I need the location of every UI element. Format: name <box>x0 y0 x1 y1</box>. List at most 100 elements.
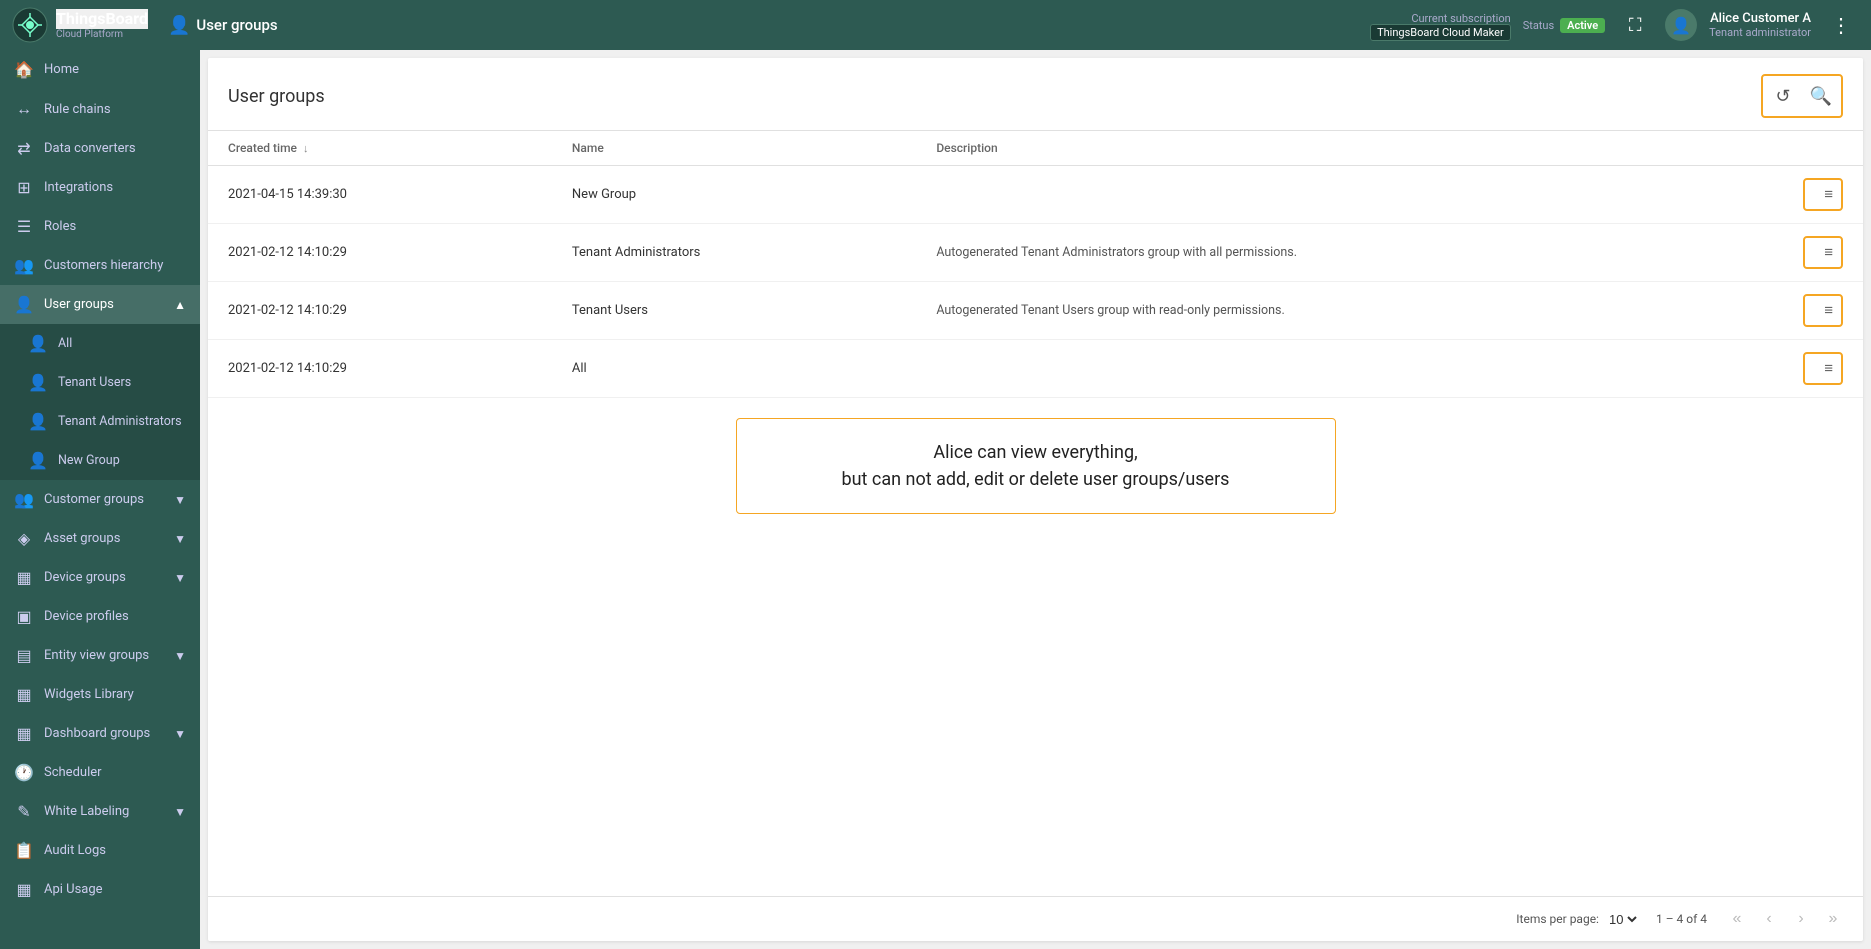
items-per-page-select[interactable]: 10 25 50 <box>1605 911 1640 928</box>
sidebar-item-tenant-administrators[interactable]: 👤 Tenant Administrators <box>0 402 200 441</box>
status-label: Status <box>1523 19 1554 32</box>
cell-created-time: 2021-04-15 14:39:30 <box>208 166 552 224</box>
sidebar-item-widgets-library-label: Widgets Library <box>44 687 134 702</box>
table-row: 2021-04-15 14:39:30 New Group ≡ <box>208 166 1863 224</box>
logo-name: ThingsBoard <box>56 9 148 28</box>
row-detail-button[interactable]: ≡ <box>1820 356 1837 381</box>
cell-actions: ≡ <box>1783 282 1863 340</box>
sidebar: 🏠 Home ↔ Rule chains ⇄ Data converters ⊞… <box>0 50 200 949</box>
subscription-badge: ThingsBoard Cloud Maker <box>1370 24 1511 41</box>
sidebar-item-customers-hierarchy[interactable]: 👥 Customers hierarchy <box>0 246 200 285</box>
sidebar-item-new-group[interactable]: 👤 New Group <box>0 441 200 480</box>
search-button[interactable]: 🔍 <box>1803 78 1839 114</box>
sidebar-item-device-groups-label: Device groups <box>44 570 126 585</box>
sidebar-item-roles[interactable]: ☰ Roles <box>0 207 200 246</box>
cell-description <box>916 340 1783 398</box>
row-detail-button[interactable]: ≡ <box>1820 182 1837 207</box>
content-area: User groups ↺ 🔍 Created time ↓ Name <box>208 58 1863 941</box>
subscription-label: Current subscription <box>1370 12 1511 25</box>
new-group-icon: 👤 <box>28 451 48 470</box>
integrations-icon: ⊞ <box>14 178 34 197</box>
cell-name: New Group <box>552 166 916 224</box>
refresh-button[interactable]: ↺ <box>1765 78 1801 114</box>
white-labeling-icon: ✎ <box>14 802 34 821</box>
content-title: User groups <box>228 86 325 107</box>
user-groups-submenu: 👤 All 👤 Tenant Users 👤 Tenant Administra… <box>0 324 200 480</box>
pagination-controls: « ‹ › » <box>1723 905 1847 933</box>
row-detail-button[interactable]: ≡ <box>1820 240 1837 265</box>
cell-created-time: 2021-02-12 14:10:29 <box>208 340 552 398</box>
sidebar-item-dashboard-groups[interactable]: ▦ Dashboard groups ▼ <box>0 714 200 753</box>
page-title: 👤 User groups <box>168 15 1370 36</box>
prev-page-button[interactable]: ‹ <box>1755 905 1783 933</box>
sidebar-item-data-converters-label: Data converters <box>44 141 136 156</box>
cell-created-time: 2021-02-12 14:10:29 <box>208 224 552 282</box>
device-groups-chevron: ▼ <box>174 571 186 585</box>
entity-view-groups-icon: ▤ <box>14 646 34 665</box>
entity-view-groups-chevron: ▼ <box>174 649 186 663</box>
sidebar-item-customer-groups[interactable]: 👥 Customer groups ▼ <box>0 480 200 519</box>
status-info: Status Active <box>1523 18 1605 33</box>
sidebar-item-rule-chains[interactable]: ↔ Rule chains <box>0 89 200 129</box>
info-message-text: Alice can view everything,but can not ad… <box>842 442 1230 490</box>
first-page-button[interactable]: « <box>1723 905 1751 933</box>
sidebar-item-device-groups[interactable]: ▦ Device groups ▼ <box>0 558 200 597</box>
audit-logs-icon: 📋 <box>14 841 34 860</box>
sidebar-item-tenant-users[interactable]: 👤 Tenant Users <box>0 363 200 402</box>
sidebar-item-audit-logs[interactable]: 📋 Audit Logs <box>0 831 200 870</box>
sidebar-item-home-label: Home <box>44 62 79 77</box>
sidebar-item-api-usage-label: Api Usage <box>44 882 103 897</box>
expand-button[interactable]: ⛶ <box>1617 7 1653 43</box>
topbar: ThingsBoard Cloud Platform 👤 User groups… <box>0 0 1871 50</box>
sidebar-item-integrations[interactable]: ⊞ Integrations <box>0 168 200 207</box>
cell-description: Autogenerated Tenant Users group with re… <box>916 282 1783 340</box>
more-menu-button[interactable]: ⋮ <box>1823 7 1859 43</box>
cell-name: Tenant Administrators <box>552 224 916 282</box>
cell-description: Autogenerated Tenant Administrators grou… <box>916 224 1783 282</box>
user-groups-icon: 👤 <box>14 295 34 314</box>
sidebar-item-scheduler[interactable]: 🕐 Scheduler <box>0 753 200 792</box>
col-description: Description <box>916 131 1783 166</box>
table-row: 2021-02-12 14:10:29 Tenant Users Autogen… <box>208 282 1863 340</box>
sidebar-item-customer-groups-label: Customer groups <box>44 492 144 507</box>
sidebar-item-device-profiles-label: Device profiles <box>44 609 129 624</box>
scheduler-icon: 🕐 <box>14 763 34 782</box>
device-profiles-icon: ▣ <box>14 607 34 626</box>
col-created-time[interactable]: Created time ↓ <box>208 131 552 166</box>
pagination-range: 1 – 4 of 4 <box>1656 912 1707 926</box>
customers-hierarchy-icon: 👥 <box>14 256 34 275</box>
sidebar-item-device-profiles[interactable]: ▣ Device profiles <box>0 597 200 636</box>
cell-name: Tenant Users <box>552 282 916 340</box>
sidebar-item-widgets-library[interactable]: ▦ Widgets Library <box>0 675 200 714</box>
sidebar-item-all[interactable]: 👤 All <box>0 324 200 363</box>
sidebar-item-user-groups-label: User groups <box>44 297 114 312</box>
sidebar-item-rule-chains-label: Rule chains <box>44 102 111 117</box>
row-action-container: ≡ <box>1803 352 1843 385</box>
sidebar-item-white-labeling[interactable]: ✎ White Labeling ▼ <box>0 792 200 831</box>
widgets-library-icon: ▦ <box>14 685 34 704</box>
white-labeling-chevron: ▼ <box>174 805 186 819</box>
sidebar-item-entity-view-groups[interactable]: ▤ Entity view groups ▼ <box>0 636 200 675</box>
last-page-button[interactable]: » <box>1819 905 1847 933</box>
tenant-users-icon: 👤 <box>28 373 48 392</box>
sidebar-item-all-label: All <box>58 336 72 351</box>
sidebar-item-white-labeling-label: White Labeling <box>44 804 129 819</box>
topbar-right: Current subscription ThingsBoard Cloud M… <box>1370 7 1859 43</box>
logo-tagline: Cloud Platform <box>56 29 148 41</box>
items-per-page-label: Items per page: <box>1516 912 1599 926</box>
sidebar-item-home[interactable]: 🏠 Home <box>0 50 200 89</box>
sidebar-item-api-usage[interactable]: ▦ Api Usage <box>0 870 200 909</box>
sort-icon: ↓ <box>303 142 309 155</box>
sidebar-item-tenant-users-label: Tenant Users <box>58 375 131 390</box>
user-groups-chevron: ▲ <box>174 298 186 312</box>
sidebar-item-asset-groups[interactable]: ◈ Asset groups ▼ <box>0 519 200 558</box>
sidebar-item-roles-label: Roles <box>44 219 76 234</box>
table-header: Created time ↓ Name Description <box>208 131 1863 166</box>
device-groups-icon: ▦ <box>14 568 34 587</box>
sidebar-item-user-groups[interactable]: 👤 User groups ▲ <box>0 285 200 324</box>
user-info: Alice Customer A Tenant administrator <box>1709 11 1811 39</box>
sidebar-item-data-converters[interactable]: ⇄ Data converters <box>0 129 200 168</box>
roles-icon: ☰ <box>14 217 34 236</box>
next-page-button[interactable]: › <box>1787 905 1815 933</box>
row-detail-button[interactable]: ≡ <box>1820 298 1837 323</box>
